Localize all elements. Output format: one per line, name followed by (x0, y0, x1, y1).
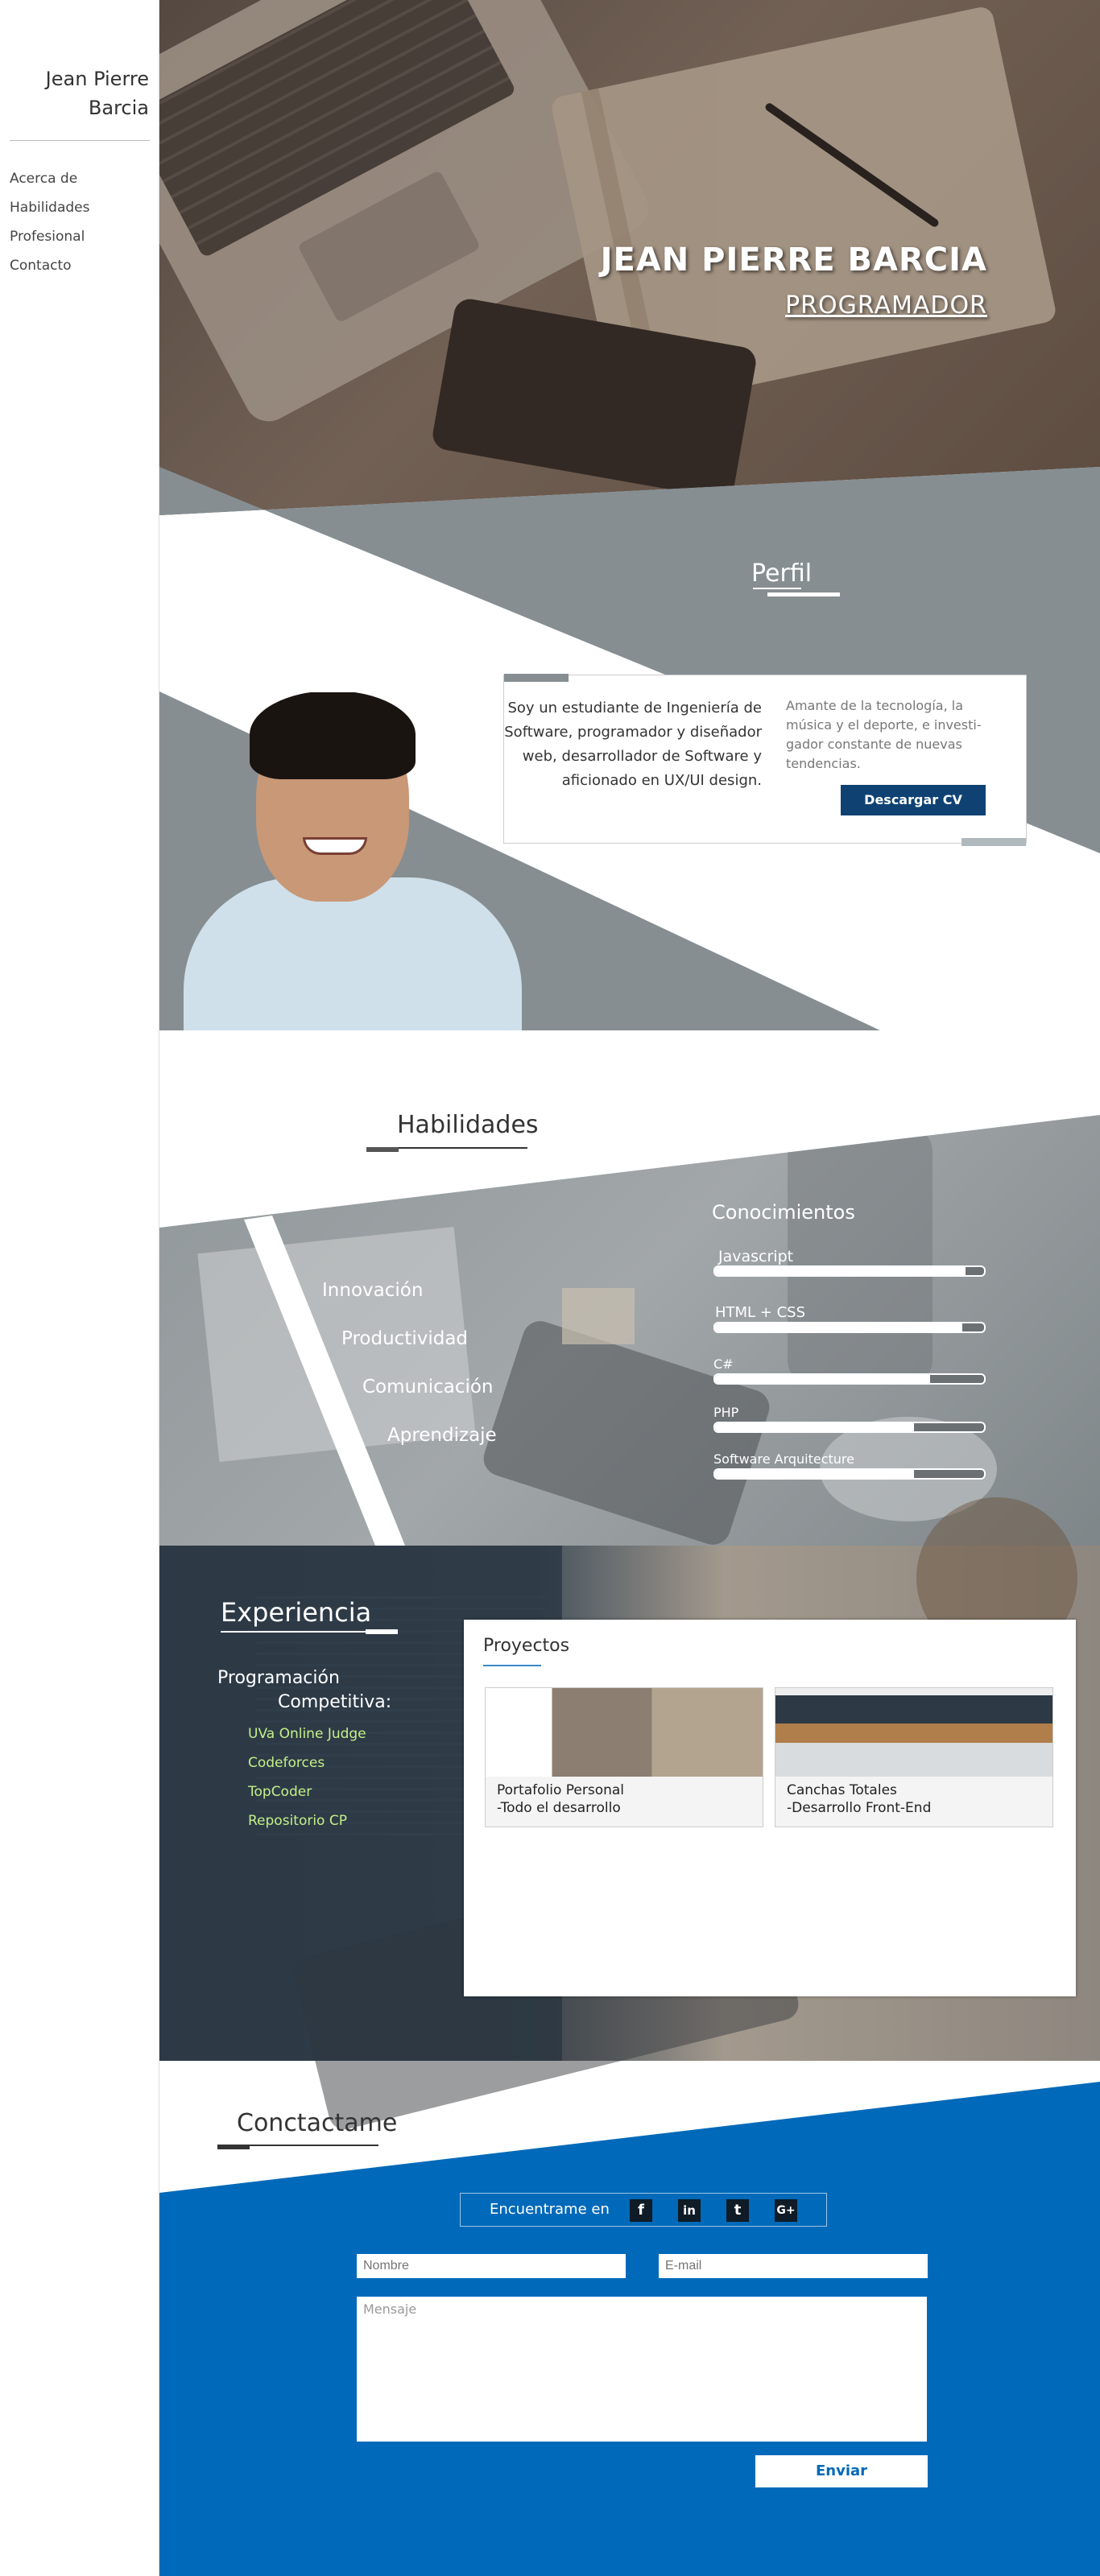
link-codeforces[interactable]: Codeforces (248, 1748, 366, 1777)
competitive-programming-label: Programación Competitiva: (217, 1666, 391, 1715)
page: Jean Pierre Barcia Acerca de Habilidades… (0, 0, 1100, 2576)
card-accent-left (504, 674, 569, 682)
nav-item-habilidades[interactable]: Habilidades (10, 193, 89, 222)
skill-label: C# (713, 1356, 734, 1372)
skill-software-arquitecture: Software Arquitecture (713, 1451, 987, 1480)
skill-bar-fill (715, 1375, 931, 1383)
perfil-heading: Perfil (751, 559, 813, 588)
project-title-line2: -Todo el desarrollo (497, 1800, 621, 1816)
profile-photo (159, 692, 562, 1030)
project-title: Portafolio Personal -Todo el desarrollo (497, 1781, 624, 1817)
sidebar-name: Jean Pierre Barcia (45, 68, 149, 119)
link-topcoder[interactable]: TopCoder (248, 1777, 366, 1806)
perfil-heading-accent (767, 592, 840, 597)
experiencia-heading: Experiencia (221, 1597, 372, 1628)
project-card[interactable]: Canchas Totales -Desarrollo Front-End (775, 1687, 1053, 1827)
twitter-icon[interactable]: t (726, 2199, 749, 2222)
project-title: Canchas Totales -Desarrollo Front-End (787, 1781, 931, 1817)
skill-csharp: C# (713, 1356, 987, 1385)
linkedin-icon[interactable]: in (678, 2199, 701, 2222)
competitive-line1: Programación (217, 1668, 340, 1688)
skill-bar (713, 1373, 986, 1385)
skill-javascript: Javascript (713, 1248, 987, 1277)
skill-label: PHP (713, 1405, 739, 1420)
google-plus-icon[interactable]: G+ (775, 2199, 797, 2222)
perfil-section: Perfil Soy un estudiante de Ingeniería d… (159, 467, 1100, 1030)
social-label: Encuentrame en (490, 2201, 610, 2218)
skill-bar (713, 1422, 986, 1433)
skill-bar-fill (715, 1267, 966, 1275)
project-title-line1: Canchas Totales (787, 1782, 897, 1798)
social-bar: Encuentrame en f in t G+ (460, 2193, 827, 2227)
perfil-heading-underline (753, 588, 801, 589)
competitive-links: UVa Online Judge Codeforces TopCoder Rep… (248, 1719, 366, 1835)
skill-bar-fill (715, 1470, 915, 1478)
project-title-line2: -Desarrollo Front-End (787, 1800, 932, 1816)
hero-section: JEAN PIERRE BARCIA PROGRAMADOR (159, 0, 1100, 515)
nav-item-acerca[interactable]: Acerca de (10, 164, 89, 193)
soft-skill: Productividad (341, 1328, 469, 1349)
link-uva[interactable]: UVa Online Judge (248, 1719, 366, 1748)
sidebar-divider (10, 140, 150, 141)
skill-bar-fill (715, 1423, 915, 1431)
nav-item-contacto[interactable]: Contacto (10, 251, 89, 280)
name-field[interactable] (357, 2254, 626, 2278)
hero-subtitle: PROGRAMADOR (785, 291, 987, 320)
project-title-line1: Portafolio Personal (497, 1782, 625, 1798)
soft-skill: Innovación (322, 1280, 424, 1301)
skill-bar-fill (715, 1323, 963, 1331)
email-field[interactable] (659, 2254, 928, 2278)
project-thumbnail (775, 1688, 1052, 1777)
skill-bar (713, 1468, 986, 1480)
projects-panel: Proyectos Portafolio Personal -Todo el d… (464, 1620, 1076, 1996)
card-accent-right (961, 838, 1026, 846)
projects-heading-underline (483, 1665, 541, 1666)
download-cv-button[interactable]: Descargar CV (841, 785, 986, 815)
contacto-heading: Conctactame (237, 2109, 398, 2137)
competitive-line2: Competitiva: (278, 1692, 392, 1712)
project-thumbnail (486, 1688, 763, 1777)
perfil-side-text: Amante de la tecnología, la música y el … (786, 698, 982, 771)
soft-skill: Aprendizaje (387, 1425, 497, 1446)
facebook-icon[interactable]: f (630, 2199, 652, 2222)
skill-php: PHP (713, 1404, 987, 1433)
perfil-card: Soy un estudiante de Ingeniería de Softw… (503, 674, 1027, 846)
skill-label: Software Arquitecture (713, 1451, 854, 1467)
contacto-heading-accent (217, 2145, 250, 2149)
experiencia-section: Experiencia Programación Competitiva: UV… (159, 1497, 1100, 2133)
main-content: JEAN PIERRE BARCIA PROGRAMADOR Perfil So… (159, 0, 1100, 2576)
project-card[interactable]: Portafolio Personal -Todo el desarrollo (485, 1687, 763, 1827)
send-button[interactable]: Enviar (755, 2455, 928, 2487)
habilidades-section: Habilidades Innovación Productividad Com… (159, 1030, 1100, 1546)
skill-html-css: HTML + CSS (713, 1304, 987, 1333)
skill-bar (713, 1265, 986, 1277)
habilidades-heading: Habilidades (397, 1111, 539, 1139)
skill-label: HTML + CSS (715, 1304, 806, 1321)
contacto-section: Conctactame Encuentrame en f in t G+ Men… (159, 2061, 1100, 2576)
experiencia-heading-accent (366, 1629, 398, 1634)
hero-title: JEAN PIERRE BARCIA (600, 242, 987, 279)
sidebar: Jean Pierre Barcia Acerca de Habilidades… (0, 0, 159, 2576)
link-repositorio-cp[interactable]: Repositorio CP (248, 1806, 366, 1835)
soft-skill: Comunicación (362, 1377, 494, 1397)
projects-heading: Proyectos (483, 1636, 570, 1656)
perfil-bio: Soy un estudiante de Ingeniería de Softw… (504, 700, 762, 789)
nav-item-profesional[interactable]: Profesional (10, 222, 89, 251)
skill-label: Javascript (718, 1248, 794, 1265)
skill-bar (713, 1322, 986, 1333)
habilidades-heading-accent (366, 1147, 399, 1152)
sidebar-nav: Acerca de Habilidades Profesional Contac… (10, 164, 89, 280)
knowledge-heading: Conocimientos (712, 1201, 855, 1224)
message-field[interactable]: Mensaje (357, 2297, 927, 2442)
